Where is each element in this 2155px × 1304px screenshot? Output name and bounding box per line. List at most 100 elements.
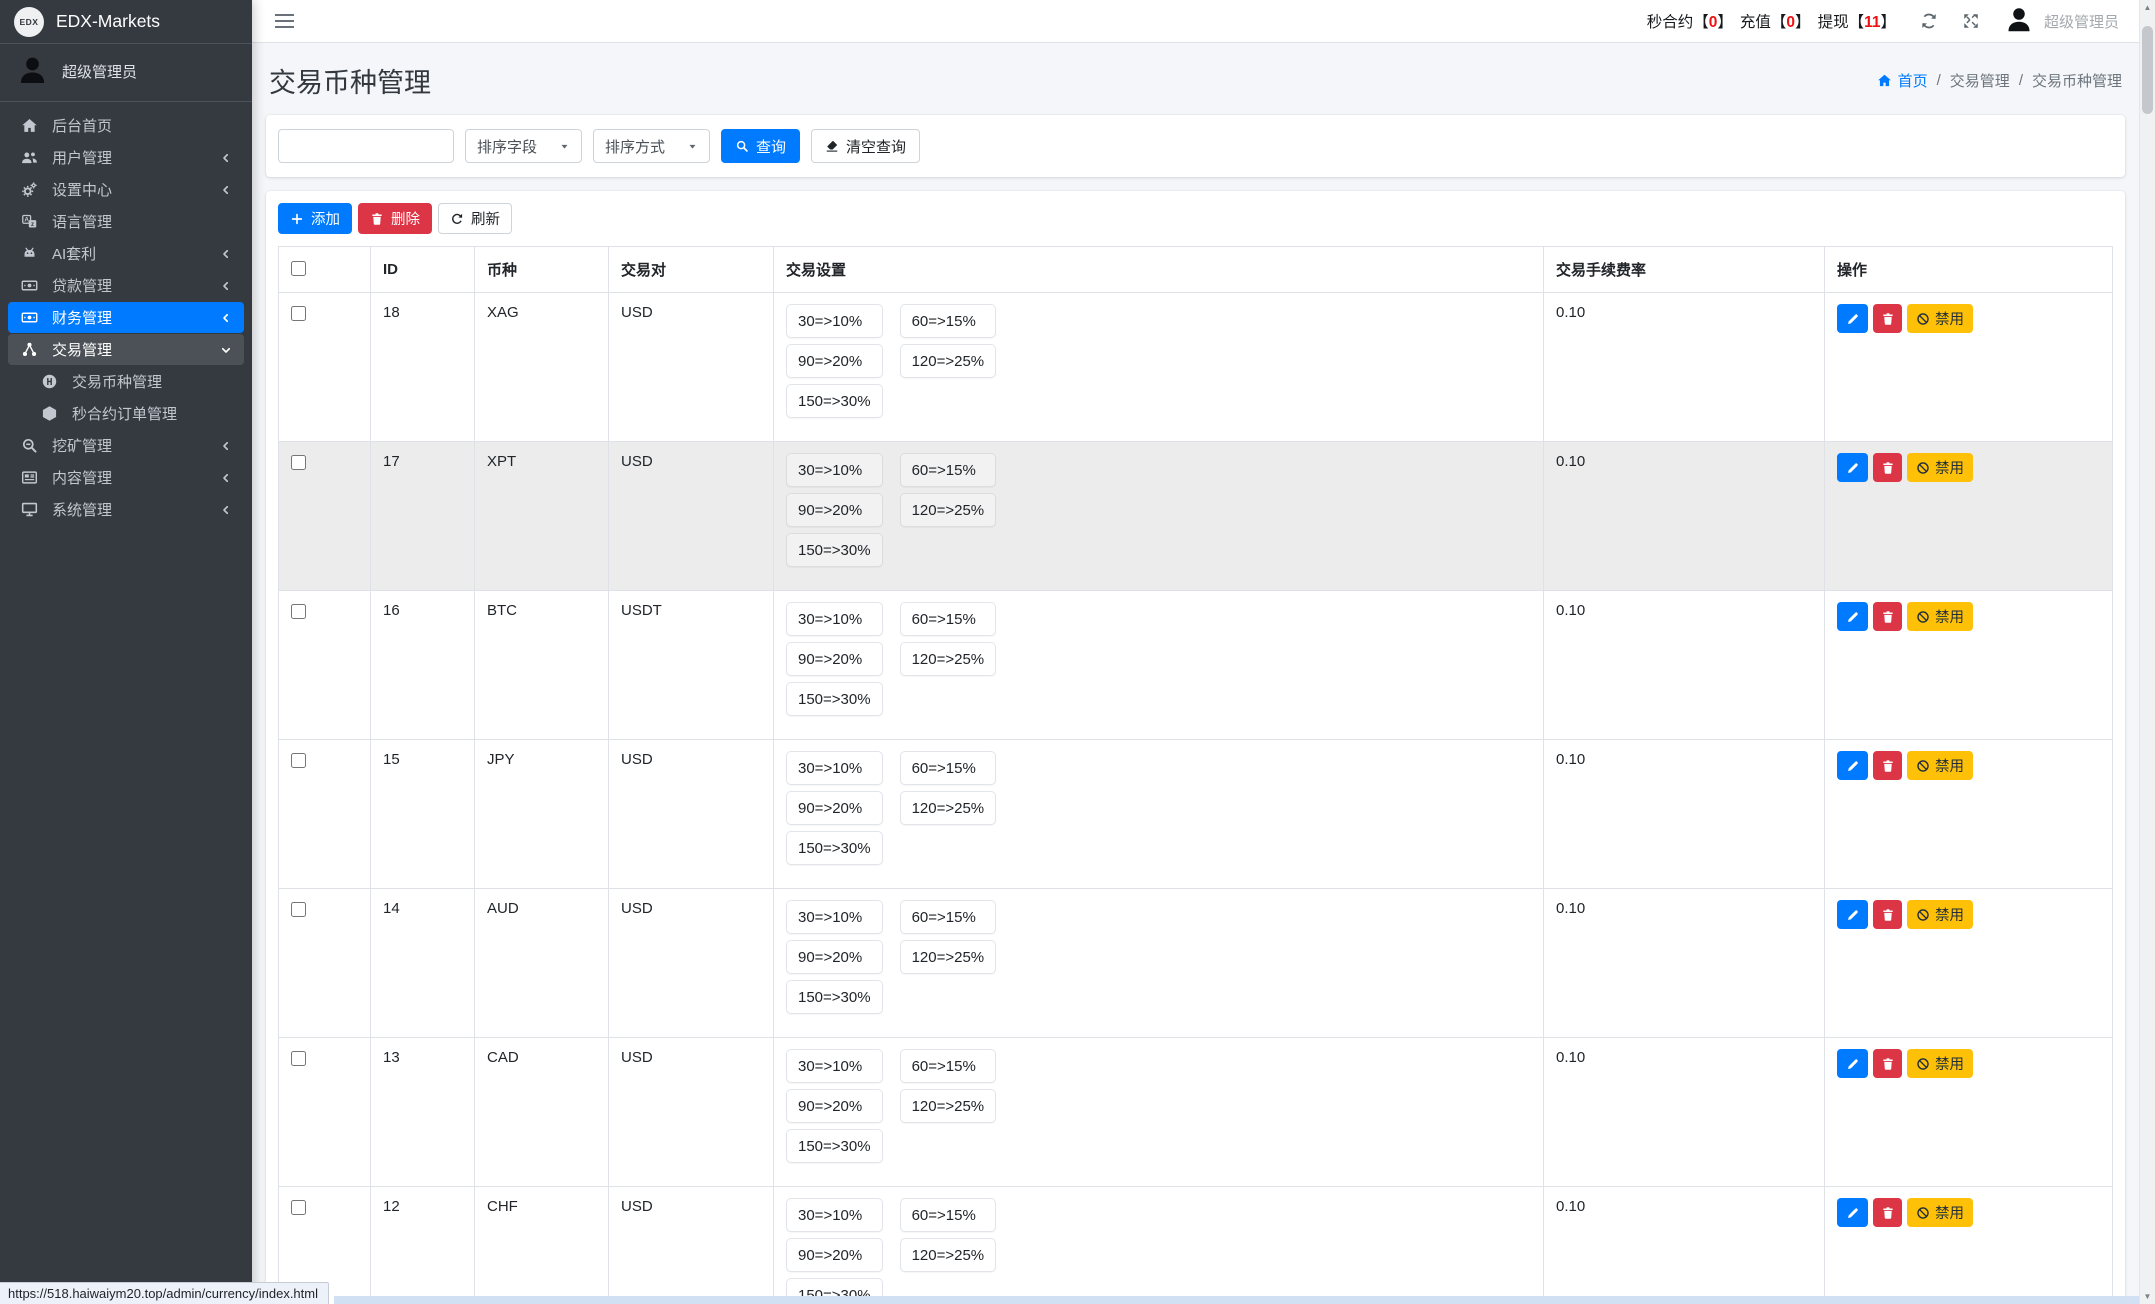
trade-setting-chip: 150=>30% [786,1129,883,1163]
delete-row-button[interactable] [1873,304,1902,333]
sidebar-item-label: 财务管理 [52,310,113,327]
disable-button[interactable]: 禁用 [1907,1198,1973,1227]
cell-id: 17 [370,441,475,591]
row-checkbox[interactable] [291,1051,306,1066]
select-all-checkbox[interactable] [291,261,306,276]
sidebar-item-trade[interactable]: 交易管理 [8,334,244,365]
fullscreen-icon[interactable] [1962,12,1980,30]
sidebar-item-label: AI套利 [52,246,97,263]
cell-id: 15 [370,739,475,889]
trade-setting-chip: 150=>30% [786,831,883,865]
trash-icon [1881,1057,1895,1071]
sidebar-item-mining[interactable]: 挖矿管理 [8,430,244,461]
delete-row-button[interactable] [1873,751,1902,780]
table-row: 14 AUD USD 30=>10% 60=>15% 90=>20% 120=>25%… [278,888,2113,1038]
disable-button[interactable]: 禁用 [1907,602,1973,631]
status-url-tooltip: https://518.haiwaiym20.top/admin/currenc… [0,1282,329,1304]
breadcrumb-home-link[interactable]: 首页 [1877,70,1928,91]
trade-setting-chip: 60=>15% [899,602,997,636]
edit-button[interactable] [1837,751,1868,780]
edit-button[interactable] [1837,900,1868,929]
row-checkbox[interactable] [291,306,306,321]
sidebar-item-users[interactable]: 用户管理 [8,142,244,173]
sidebar-item-seconds-orders[interactable]: 秒合约订单管理 [8,398,244,429]
sidebar-item-content[interactable]: 内容管理 [8,462,244,493]
delete-button[interactable]: 删除 [358,203,432,234]
brand[interactable]: EDX EDX-Markets [0,0,252,44]
sort-field-select[interactable]: 排序字段 [465,129,582,163]
filter-bar: 排序字段 排序方式 查询 清空查询 [266,115,2125,177]
sidebar-item-home[interactable]: 后台首页 [8,110,244,141]
disable-button[interactable]: 禁用 [1907,900,1973,929]
sort-order-select[interactable]: 排序方式 [593,129,710,163]
row-checkbox[interactable] [291,753,306,768]
disable-button[interactable]: 禁用 [1907,751,1973,780]
pencil-icon [1846,461,1860,475]
delete-row-button[interactable] [1873,453,1902,482]
h-circle-icon [38,373,60,390]
topbar-stat-recharge[interactable]: 充值【0】 [1740,10,1811,32]
search-button[interactable]: 查询 [721,129,801,163]
cell-fee: 0.10 [1543,1186,1825,1304]
add-button[interactable]: 添加 [278,203,352,234]
row-checkbox[interactable] [291,902,306,917]
row-checkbox[interactable] [291,455,306,470]
cell-settings: 30=>10% 60=>15% 90=>20% 120=>25% 150=>30% [773,441,1544,591]
trade-setting-chip: 60=>15% [899,304,997,338]
row-checkbox[interactable] [291,604,306,619]
edit-button[interactable] [1837,453,1868,482]
scrollbar-thumb[interactable] [2142,26,2153,114]
sidebar-item-system[interactable]: 系统管理 [8,494,244,525]
trade-setting-chip: 90=>20% [786,791,883,825]
col-header-fee: 交易手续费率 [1543,246,1825,293]
edit-button[interactable] [1837,602,1868,631]
sidebar-item-loan[interactable]: 贷款管理 [8,270,244,301]
keyword-input[interactable] [278,129,454,163]
hamburger-menu-icon[interactable] [275,13,294,29]
sidebar-item-settings[interactable]: 设置中心 [8,174,244,205]
cell-id: 13 [370,1037,475,1187]
delete-row-button[interactable] [1873,602,1902,631]
sidebar-item-finance[interactable]: 财务管理 [8,302,244,333]
sidebar-nav: 后台首页 用户管理 设置中心 语言管理 AI套利 贷款管理 财务管理 交易管理 … [0,102,252,534]
delete-row-button[interactable] [1873,1198,1902,1227]
topbar-stat-withdraw[interactable]: 提现【11】 [1818,10,1896,32]
delete-row-button[interactable] [1873,1049,1902,1078]
edit-button[interactable] [1837,304,1868,333]
breadcrumb-separator: / [1936,72,1941,89]
trade-setting-chip: 120=>25% [899,1238,997,1272]
chevron-left-icon [220,312,232,324]
trade-setting-chip: 90=>20% [786,344,883,378]
refresh-icon[interactable] [1920,12,1938,30]
sidebar-user-panel[interactable]: 超级管理员 [0,44,252,102]
cell-id: 18 [370,292,475,442]
scroll-down-arrow[interactable]: ▼ [2144,1292,2152,1301]
ban-icon [1916,461,1930,475]
disable-button[interactable]: 禁用 [1907,1049,1973,1078]
breadcrumb-separator: / [2018,72,2023,89]
users-icon [18,149,40,166]
topbar-user-menu[interactable]: 超级管理员 [2004,4,2119,38]
cell-settings: 30=>10% 60=>15% 90=>20% 120=>25% 150=>30% [773,739,1544,889]
topbar-stat-seconds-contract[interactable]: 秒合约【0】 [1647,10,1733,32]
trade-setting-chip: 120=>25% [899,791,997,825]
delete-row-button[interactable] [1873,900,1902,929]
disable-button[interactable]: 禁用 [1907,453,1973,482]
edit-button[interactable] [1837,1049,1868,1078]
refresh-button[interactable]: 刷新 [438,203,512,234]
chevron-left-icon [220,184,232,196]
edit-button[interactable] [1837,1198,1868,1227]
sidebar-item-ai-arbitrage[interactable]: AI套利 [8,238,244,269]
col-header-pair: 交易对 [608,246,774,293]
sidebar-item-trade-currency[interactable]: 交易币种管理 [8,366,244,397]
sidebar-item-language[interactable]: 语言管理 [8,206,244,237]
ban-icon [1916,1206,1930,1220]
disable-button[interactable]: 禁用 [1907,304,1973,333]
clear-search-button[interactable]: 清空查询 [811,129,921,163]
scroll-up-arrow[interactable]: ▲ [2144,3,2152,12]
cell-actions: 禁用 [1824,1186,2113,1304]
cell-actions: 禁用 [1824,888,2113,1038]
row-checkbox[interactable] [291,1200,306,1215]
vertical-scrollbar[interactable]: ▲ ▼ [2139,0,2155,1304]
search-icon [735,139,749,153]
